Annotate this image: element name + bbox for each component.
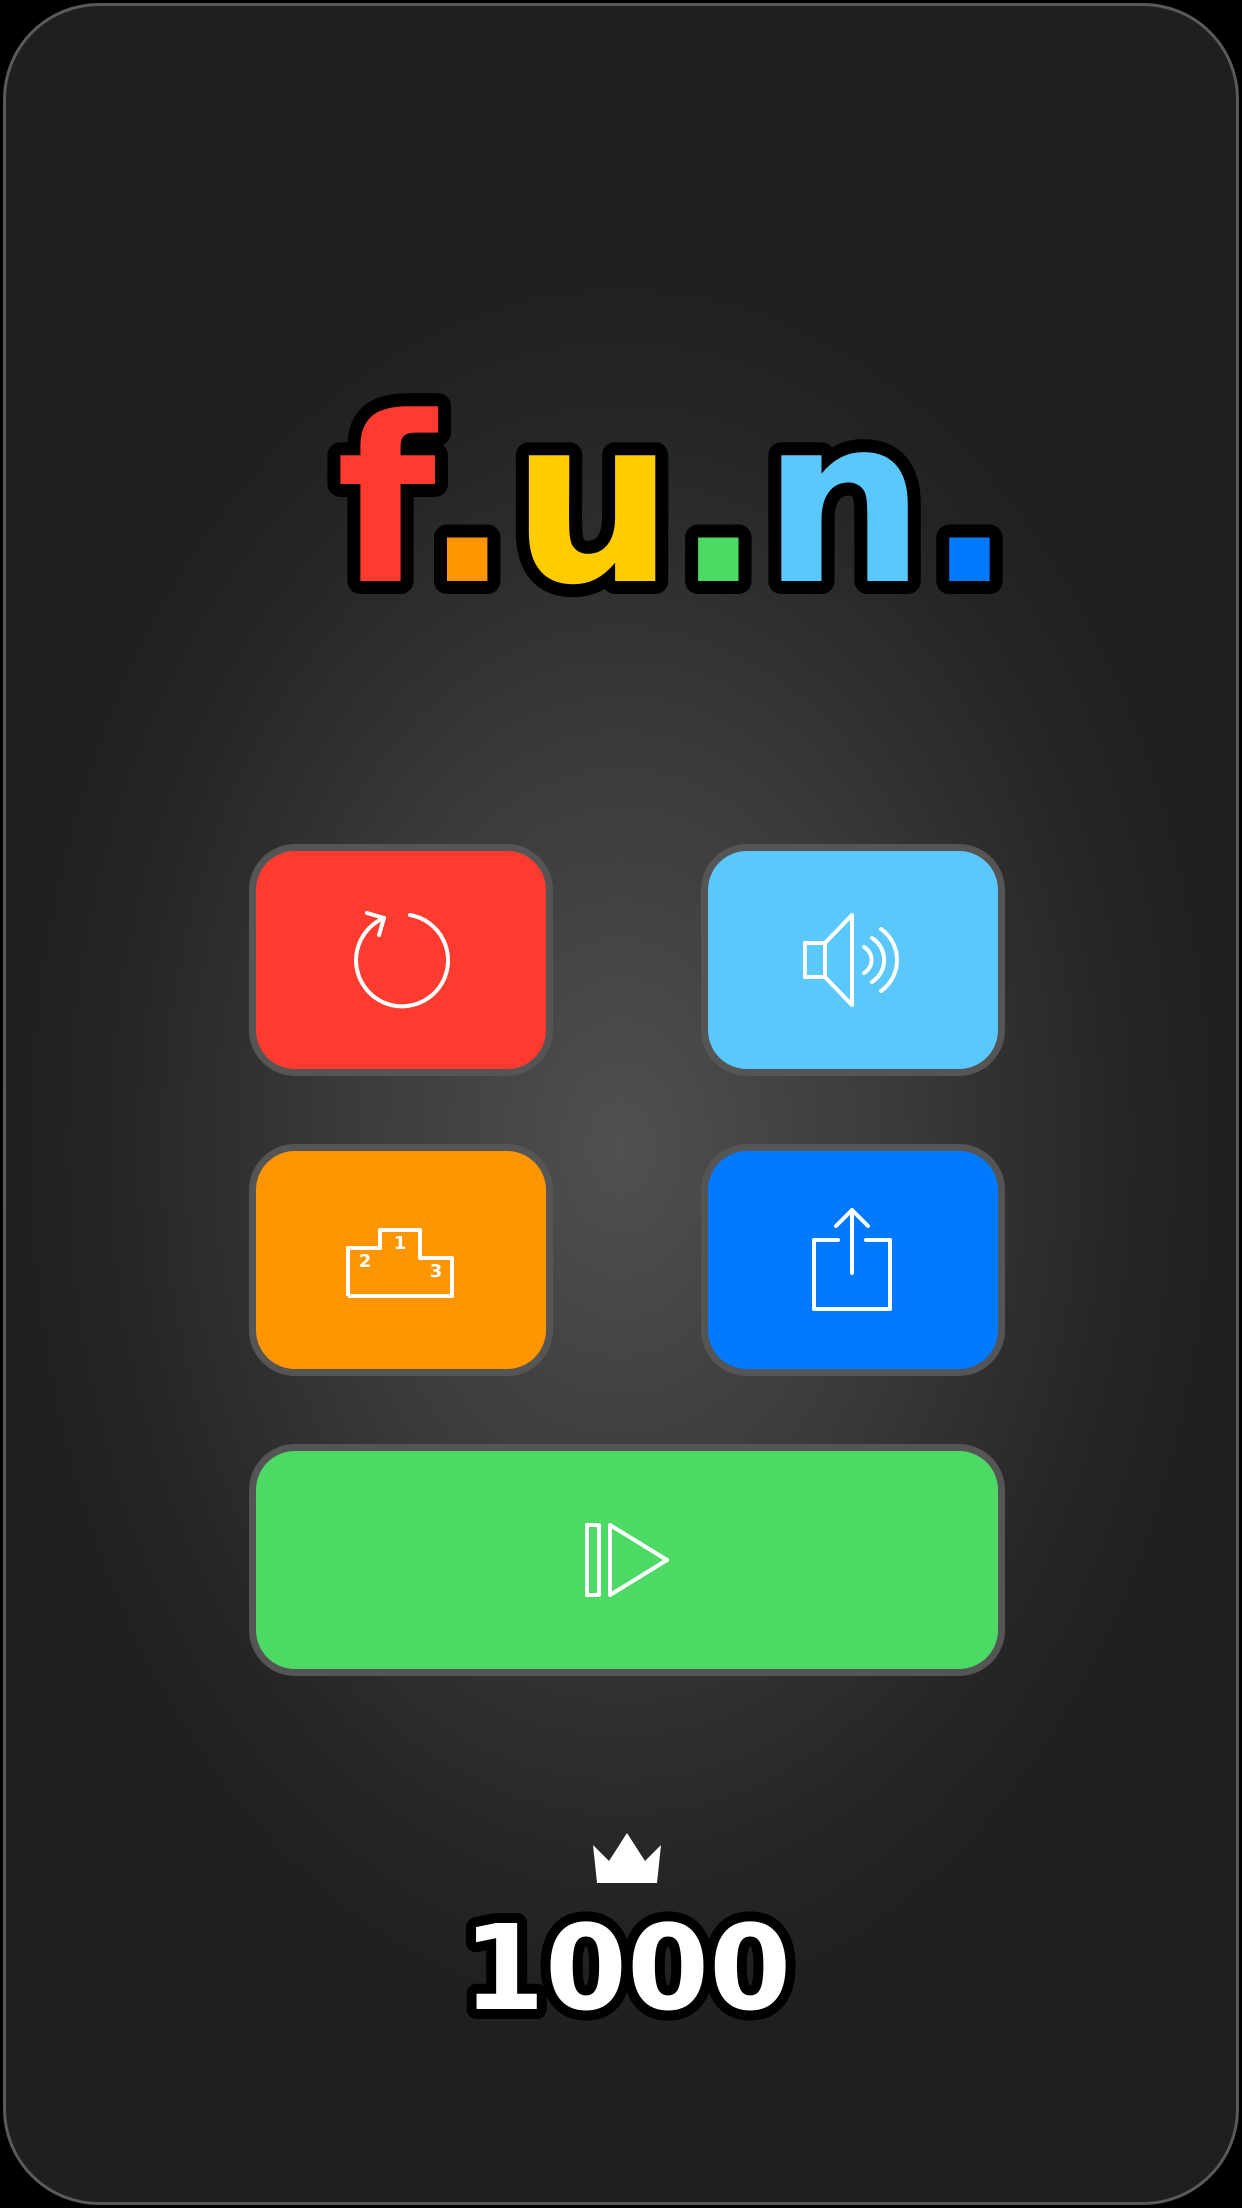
logo-dot-3: . [926, 369, 1013, 636]
logo-letter-n: n [762, 369, 926, 636]
play-button[interactable] [249, 1444, 1005, 1676]
share-button[interactable] [701, 1144, 1005, 1376]
speaker-icon [803, 913, 899, 1007]
podium-place-3: 3 [430, 1261, 443, 1282]
restart-button[interactable] [249, 844, 553, 1076]
sound-button[interactable] [701, 844, 1005, 1076]
logo-dot-1: . [424, 369, 511, 636]
best-score: 1000 [377, 1889, 877, 2047]
svg-text:f.u.n.: f.u.n. [336, 369, 1013, 636]
logo-dot-2: . [675, 369, 762, 636]
podium-icon: 1 2 3 [346, 1228, 454, 1298]
best-score-value: 1000 [463, 1899, 791, 2037]
logo-letter-u: u [511, 369, 675, 636]
device-frame: f.u.n. 1 2 3 1000 [3, 3, 1239, 2205]
game-menu-screen: f.u.n. 1 2 3 1000 [0, 0, 1242, 2208]
restart-icon [354, 911, 450, 1009]
podium-place-2: 2 [359, 1251, 372, 1272]
podium-place-1: 1 [394, 1233, 407, 1254]
game-logo: f.u.n. [323, 356, 1026, 649]
share-icon [812, 1208, 892, 1311]
play-icon [585, 1523, 669, 1597]
crown-icon [591, 1831, 663, 1887]
leaderboard-button[interactable]: 1 2 3 [249, 1144, 553, 1376]
